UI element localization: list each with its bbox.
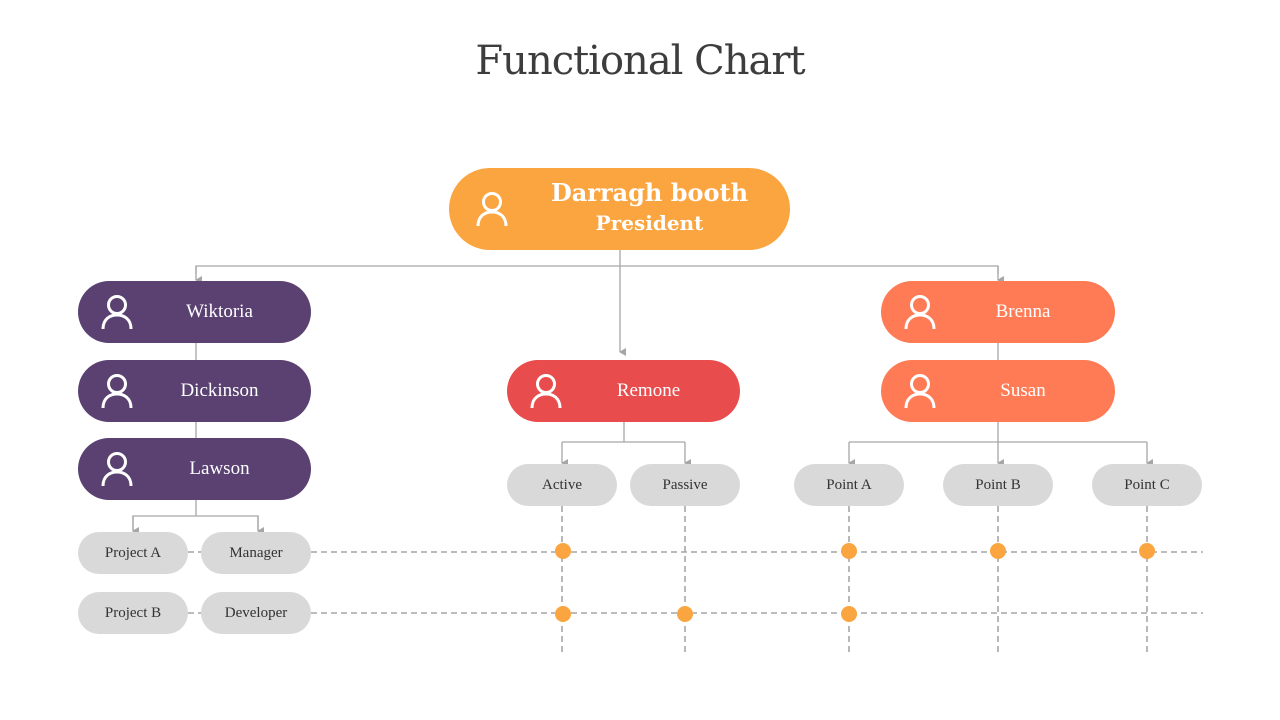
president-name: Darragh booth: [550, 178, 749, 207]
connector-president-sides: [195, 265, 999, 274]
connector-remone-children: [562, 420, 685, 443]
node-label: Remone: [616, 380, 681, 401]
row-project-b[interactable]: Project B: [78, 592, 188, 634]
row-project-a[interactable]: Project A: [78, 532, 188, 574]
node-label: Lawson: [189, 458, 250, 479]
user-icon: [101, 452, 133, 487]
node-remone[interactable]: Remone: [507, 360, 740, 422]
node-label: Wiktoria: [186, 301, 253, 322]
node-wiktoria[interactable]: Wiktoria: [78, 281, 311, 343]
matrix-dot: [555, 606, 571, 622]
user-icon: [101, 374, 133, 409]
matrix-dot: [841, 606, 857, 622]
node-dickinson[interactable]: Dickinson: [78, 360, 311, 422]
user-icon: [904, 295, 936, 330]
node-brenna[interactable]: Brenna: [881, 281, 1115, 343]
node-lawson[interactable]: Lawson: [78, 438, 311, 500]
column-point-c[interactable]: Point C: [1092, 464, 1202, 506]
connector-lawson-children: [132, 515, 259, 530]
node-label: Susan: [1000, 380, 1046, 401]
node-label: Dickinson: [180, 380, 259, 401]
row-role-developer[interactable]: Developer: [201, 592, 311, 634]
user-icon: [530, 374, 562, 409]
user-icon: [476, 192, 508, 227]
matrix-dot: [841, 543, 857, 559]
matrix-dot: [677, 606, 693, 622]
matrix-dot: [555, 543, 571, 559]
column-passive[interactable]: Passive: [630, 464, 740, 506]
president-role: President: [595, 211, 704, 235]
president-node[interactable]: Darragh booth President: [449, 168, 790, 250]
matrix-dot: [990, 543, 1006, 559]
node-label: Brenna: [995, 301, 1051, 322]
column-point-a[interactable]: Point A: [794, 464, 904, 506]
user-icon: [101, 295, 133, 330]
grid-lines: [188, 506, 1203, 656]
column-active[interactable]: Active: [507, 464, 617, 506]
column-point-b[interactable]: Point B: [943, 464, 1053, 506]
row-role-manager[interactable]: Manager: [201, 532, 311, 574]
user-icon: [904, 374, 936, 409]
node-susan[interactable]: Susan: [881, 360, 1115, 422]
matrix-dot: [1139, 543, 1155, 559]
